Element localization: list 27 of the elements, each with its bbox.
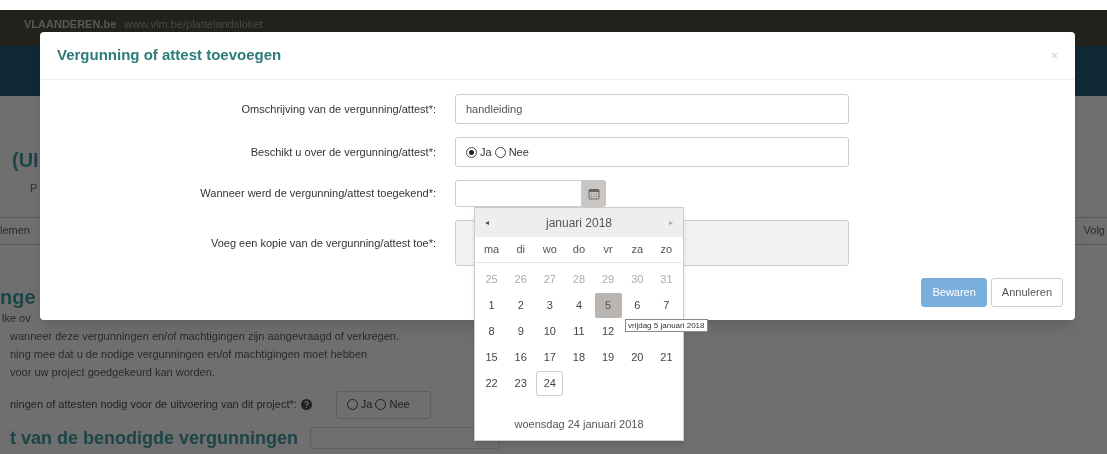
paragraph-line: ning mee dat u de nodige vergunningen en/of machtigingen moet hebben [10, 346, 368, 362]
radio-label: Ja [480, 144, 492, 160]
radio-label: Ja [360, 397, 373, 413]
month-title: januari 2018 [545, 214, 613, 232]
modal-title: Vergunning of attest toevoegen [57, 45, 282, 66]
weekday-label: wo [541, 242, 558, 258]
paragraph-line: lke ov [2, 310, 31, 326]
radio-label: Nee [508, 144, 529, 160]
weekday-label: di [515, 242, 526, 258]
weekday-label: do [571, 242, 587, 258]
field-label: Beschikt u over de vergunning/attest*: [250, 144, 436, 160]
section-heading: nge [0, 284, 36, 309]
page-text: P [30, 181, 38, 196]
radio-label: Nee [389, 397, 410, 413]
question-label: ningen of attesten nodig voor de uitvoering van dit project*: [10, 397, 297, 413]
field-label: Omschrijving van de vergunning/attest*: [241, 101, 436, 117]
section-heading: t van de benodigde vergunningen [10, 426, 299, 449]
weekday-label: vr [602, 242, 614, 258]
field-label: Wanneer werd de vergunning/attest toegekend*: [200, 186, 436, 202]
weekday-label: ma [482, 242, 501, 258]
paragraph-line: voor uw project goedgekeurd kan worden. [10, 364, 215, 380]
weekday-label: zo [659, 242, 674, 258]
weekday-label: za [630, 242, 645, 258]
field-label: Voeg een kopie van de vergunning/attest toe*: [210, 235, 436, 251]
page-heading: (UI [12, 148, 39, 172]
tooltip: vrijdag 5 januari 2018 [625, 319, 708, 332]
paragraph-line: wanneer deze vergunningen en/of machtigingen zijn aangevraagd of verkregen. [10, 328, 399, 344]
